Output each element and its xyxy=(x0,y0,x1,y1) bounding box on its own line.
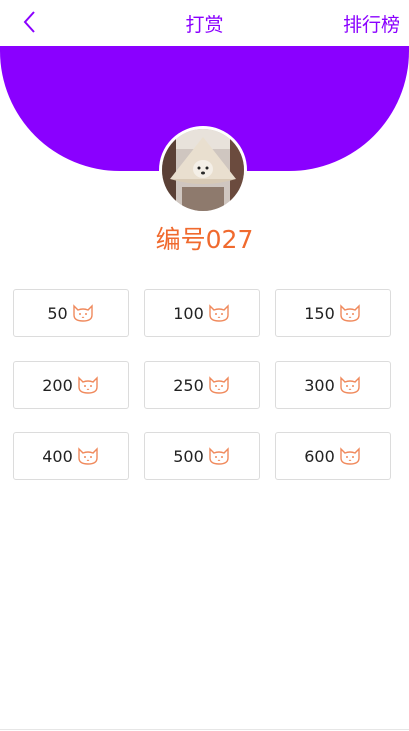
cat-icon xyxy=(338,303,362,323)
cat-icon xyxy=(76,446,100,466)
tip-amount: 250 xyxy=(173,375,204,395)
cat-icon xyxy=(338,375,362,395)
profile-name: 编号027 xyxy=(155,225,254,254)
tip-amount: 600 xyxy=(304,446,335,466)
tip-option-button[interactable]: 200 xyxy=(13,361,129,409)
tip-amount: 100 xyxy=(173,303,204,323)
cat-icon xyxy=(76,375,100,395)
top-bar: 打赏 排行榜 xyxy=(0,0,409,46)
cat-icon xyxy=(207,446,231,466)
bottom-divider xyxy=(0,729,409,730)
tip-amount: 500 xyxy=(173,446,204,466)
cat-icon xyxy=(207,303,231,323)
tip-amount: 150 xyxy=(304,303,335,323)
cat-icon xyxy=(207,375,231,395)
tip-option-button[interactable]: 100 xyxy=(144,289,260,337)
tip-option-button[interactable]: 300 xyxy=(275,361,391,409)
tip-option-button[interactable]: 150 xyxy=(275,289,391,337)
cat-icon xyxy=(338,446,362,466)
tip-amount: 50 xyxy=(47,303,68,323)
avatar xyxy=(159,126,247,214)
tip-option-button[interactable]: 500 xyxy=(144,432,260,480)
cat-icon xyxy=(71,303,95,323)
tip-option-button[interactable]: 250 xyxy=(144,361,260,409)
tip-amount: 300 xyxy=(304,375,335,395)
tip-option-button[interactable]: 50 xyxy=(13,289,129,337)
tip-amount: 200 xyxy=(42,375,73,395)
tip-option-button[interactable]: 400 xyxy=(13,432,129,480)
tip-amount: 400 xyxy=(42,446,73,466)
tip-option-button[interactable]: 600 xyxy=(275,432,391,480)
ranking-link[interactable]: 排行榜 xyxy=(343,10,400,37)
